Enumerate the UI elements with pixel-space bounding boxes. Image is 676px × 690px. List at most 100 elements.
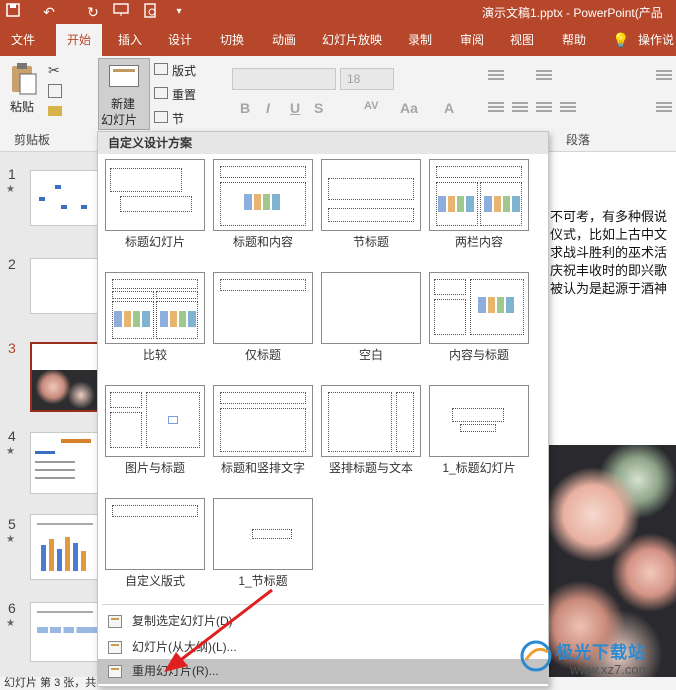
new-slide-label-2: 幻灯片 bbox=[101, 113, 138, 127]
paste-icon[interactable] bbox=[8, 62, 38, 96]
layout-thumbnail bbox=[105, 159, 205, 231]
tab-design[interactable]: 设计 bbox=[160, 24, 200, 56]
bullets-icon[interactable] bbox=[488, 70, 504, 82]
layout-picture-caption[interactable]: 图片与标题 bbox=[105, 385, 205, 476]
justify-icon[interactable] bbox=[560, 102, 576, 114]
outline-icon bbox=[108, 641, 122, 654]
layout-thumbnail bbox=[105, 272, 205, 344]
slide-thumbnail-3[interactable] bbox=[30, 342, 102, 412]
title-bar: ↶ ↻ ▾ 演示文稿1.pptx - PowerPoint(产品 bbox=[0, 0, 676, 24]
layout-thumbnail bbox=[321, 385, 421, 457]
font-name-combo[interactable] bbox=[232, 68, 336, 90]
align-left-icon[interactable] bbox=[488, 102, 504, 114]
paste-label[interactable]: 粘贴 bbox=[10, 98, 34, 115]
tab-home[interactable]: 开始 bbox=[56, 24, 102, 56]
dropdown-header: 自定义设计方案 bbox=[98, 132, 548, 154]
layout-1-title-slide[interactable]: 1_标题幻灯片 bbox=[429, 385, 529, 476]
layout-title-content[interactable]: 标题和内容 bbox=[213, 159, 313, 250]
layout-name: 内容与标题 bbox=[448, 348, 509, 362]
redo-icon[interactable]: ↻ bbox=[84, 3, 102, 21]
reuse-slide-icon bbox=[108, 665, 122, 678]
slide-number: 1 bbox=[8, 166, 16, 182]
tab-transitions[interactable]: 切换 bbox=[212, 24, 252, 56]
cut-icon[interactable]: ✂ bbox=[48, 62, 60, 79]
section-button[interactable]: 节 bbox=[172, 110, 184, 127]
layout-title-slide[interactable]: 标题幻灯片 bbox=[105, 159, 205, 250]
layout-title-vertical-text[interactable]: 标题和竖排文字 bbox=[213, 385, 313, 476]
customize-qa-icon[interactable]: ▾ bbox=[170, 3, 188, 21]
slide-text-line: 不可考，有多种假说 bbox=[550, 209, 668, 224]
char-spacing-button[interactable]: AV bbox=[364, 100, 378, 112]
slide-number: 3 bbox=[8, 340, 16, 356]
layout-thumbnail bbox=[429, 385, 529, 457]
shadow-button[interactable]: S bbox=[314, 100, 323, 116]
paragraph-group-label: 段落 bbox=[566, 133, 591, 147]
slide-thumbnail-6[interactable] bbox=[30, 602, 102, 662]
layout-button[interactable]: 版式 bbox=[172, 62, 196, 79]
layout-thumbnail bbox=[105, 385, 205, 457]
layout-comparison[interactable]: 比较 bbox=[105, 272, 205, 363]
layout-title-only[interactable]: 仅标题 bbox=[213, 272, 313, 363]
layout-thumbnail bbox=[321, 272, 421, 344]
watermark: 极光下载站 www.xz7.com bbox=[512, 636, 676, 682]
text-direction-icon[interactable] bbox=[656, 70, 672, 82]
align-center-icon[interactable] bbox=[512, 102, 528, 114]
undo-icon[interactable]: ↶ bbox=[40, 3, 58, 21]
layout-two-content[interactable]: 两栏内容 bbox=[429, 159, 529, 250]
tab-slideshow[interactable]: 幻灯片放映 bbox=[318, 24, 386, 56]
new-slide-label: 新建 bbox=[111, 97, 136, 111]
tab-insert[interactable]: 插入 bbox=[110, 24, 150, 56]
slide-thumbnail-2[interactable] bbox=[30, 258, 102, 314]
tab-animations[interactable]: 动画 bbox=[262, 24, 306, 56]
layout-thumbnail bbox=[213, 272, 313, 344]
align-right-icon[interactable] bbox=[536, 102, 552, 114]
layout-section-header[interactable]: 节标题 bbox=[321, 159, 421, 250]
tab-view[interactable]: 视图 bbox=[502, 24, 542, 56]
numbering-icon[interactable] bbox=[536, 70, 552, 82]
tab-help[interactable]: 帮助 bbox=[554, 24, 594, 56]
slide-thumbnail-5[interactable] bbox=[30, 514, 102, 580]
tab-record[interactable]: 录制 bbox=[400, 24, 440, 56]
slide-number: 5 bbox=[8, 516, 16, 532]
layout-name: 竖排标题与文本 bbox=[328, 461, 413, 475]
font-color-button[interactable]: A bbox=[444, 100, 454, 116]
present-icon[interactable] bbox=[112, 3, 130, 21]
align-text-icon[interactable] bbox=[656, 102, 672, 114]
layout-thumbnail bbox=[429, 159, 529, 231]
reset-icon bbox=[154, 87, 168, 99]
layout-name: 仅标题 bbox=[244, 348, 281, 362]
change-case-button[interactable]: Aa bbox=[400, 100, 418, 116]
bold-button[interactable]: B bbox=[240, 100, 250, 116]
new-slide-button[interactable]: 新建 幻灯片 bbox=[98, 58, 150, 130]
save-icon[interactable] bbox=[4, 3, 22, 21]
copy-icon[interactable] bbox=[48, 84, 62, 98]
duplicate-slide-icon bbox=[108, 615, 122, 628]
layout-name: 节标题 bbox=[352, 235, 389, 249]
slide-thumbnail-1[interactable] bbox=[30, 170, 102, 226]
layout-content-caption[interactable]: 内容与标题 bbox=[429, 272, 529, 363]
slide-text-line: 求战斗胜利的巫术活 bbox=[550, 245, 668, 260]
layout-1-section-header[interactable]: 1_节标题 bbox=[213, 498, 313, 589]
italic-button[interactable]: I bbox=[266, 100, 270, 116]
slide-editor[interactable]: 不可考，有多种假说 仪式，比如上古中文 求战斗胜利的巫术活 庆祝丰收时的即兴歌 … bbox=[548, 152, 676, 677]
underline-button[interactable]: U bbox=[290, 100, 300, 116]
tab-tell-me[interactable]: 操作说 bbox=[632, 24, 676, 56]
layout-thumbnail bbox=[105, 498, 205, 570]
section-icon bbox=[154, 111, 168, 123]
layout-vertical-title-text[interactable]: 竖排标题与文本 bbox=[321, 385, 421, 476]
layout-custom[interactable]: 自定义版式 bbox=[105, 498, 205, 589]
slide-number: 6 bbox=[8, 600, 16, 616]
layout-blank[interactable]: 空白 bbox=[321, 272, 421, 363]
layout-name: 标题和竖排文字 bbox=[220, 461, 305, 475]
font-size-combo[interactable]: 18 bbox=[340, 68, 394, 90]
tab-review[interactable]: 审阅 bbox=[452, 24, 492, 56]
slide-number: 2 bbox=[8, 256, 16, 272]
reset-button[interactable]: 重置 bbox=[172, 86, 196, 103]
layout-icon bbox=[154, 63, 168, 75]
format-painter-icon[interactable] bbox=[48, 106, 62, 116]
layout-thumbnail bbox=[429, 272, 529, 344]
preview-icon[interactable] bbox=[142, 3, 160, 21]
tab-file[interactable]: 文件 bbox=[0, 24, 46, 56]
slide-thumbnail-4[interactable] bbox=[30, 432, 102, 494]
layout-name: 图片与标题 bbox=[124, 461, 185, 475]
